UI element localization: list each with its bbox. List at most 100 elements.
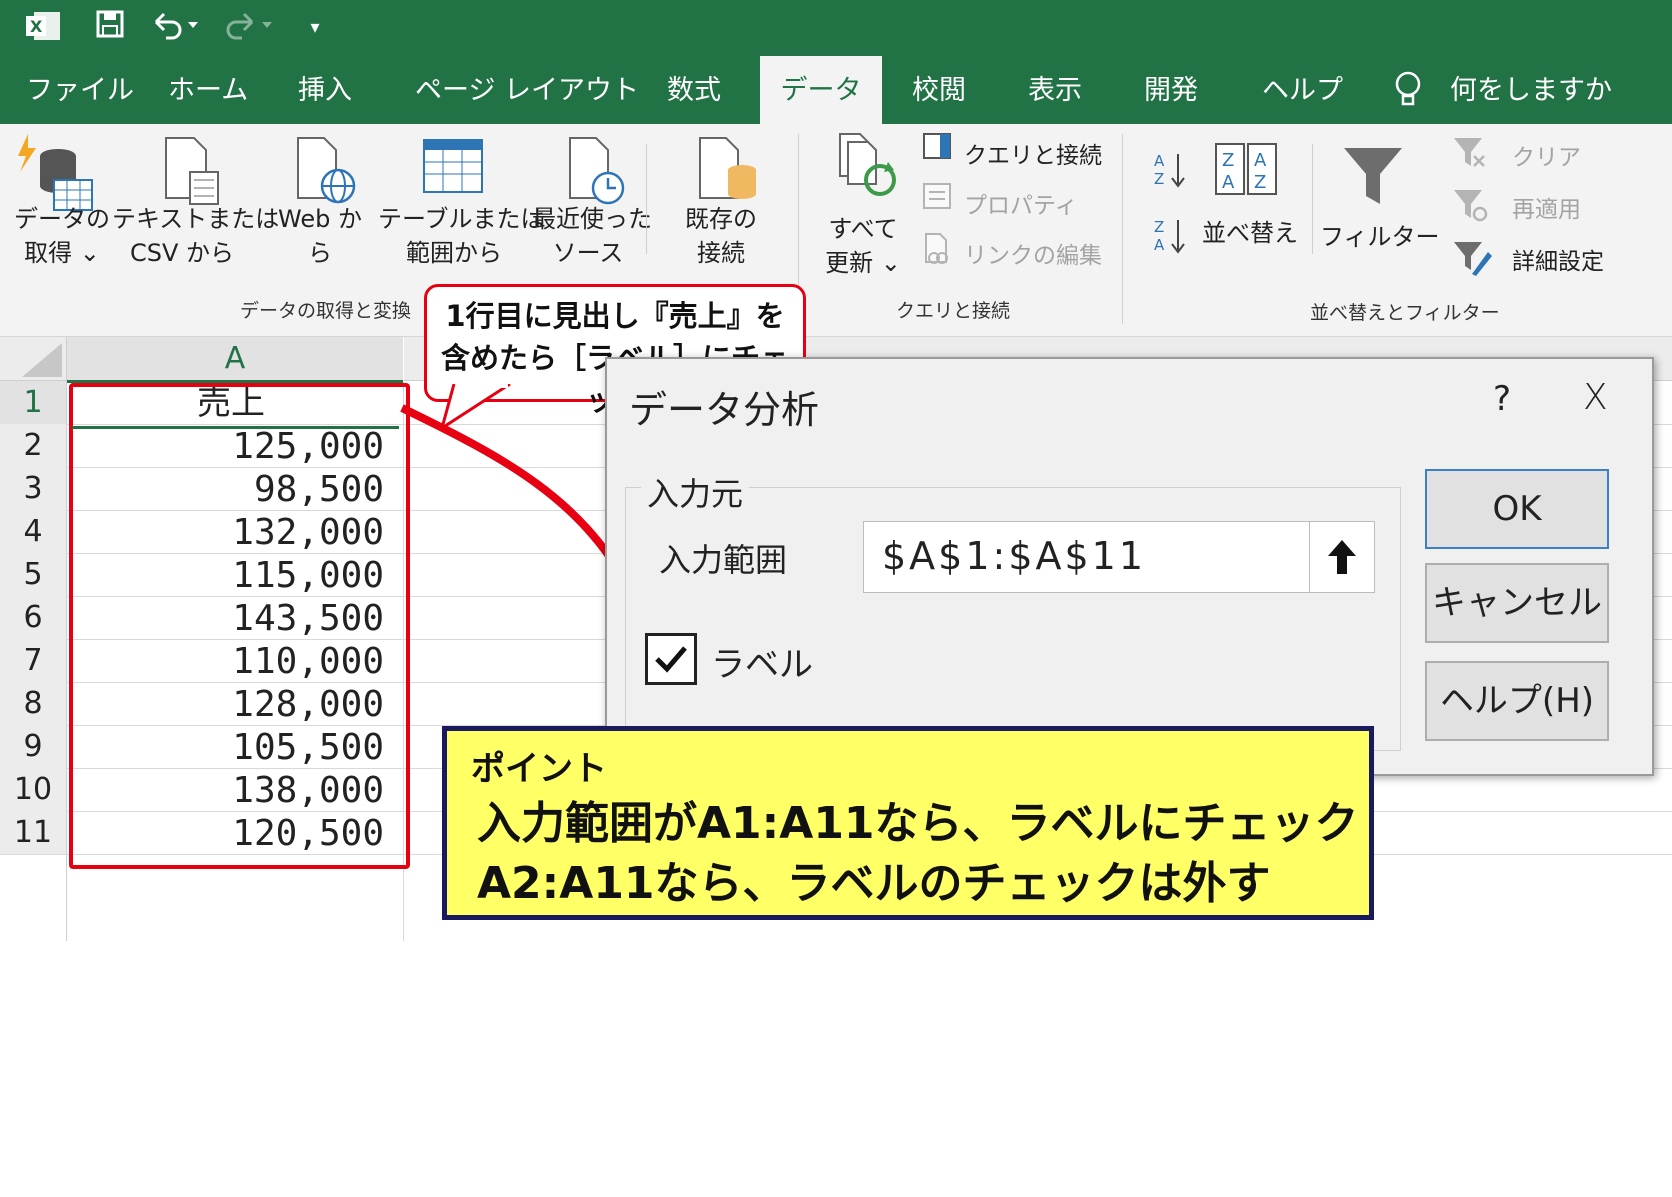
select-all-corner[interactable] [0,337,67,381]
tab-home[interactable]: ホーム [168,56,248,124]
existing-connections-button[interactable]: 既存の 接続 [670,202,772,270]
row-header-border [66,381,67,941]
row-header[interactable]: 10 [0,768,66,812]
input-group-label: 入力元 [641,469,750,515]
tab-insert[interactable]: 挿入 [298,56,352,124]
point-note-line1: 入力範囲がA1:A11なら、ラベルにチェック [477,798,1359,849]
tab-help[interactable]: ヘルプ [1262,56,1343,124]
svg-text:A: A [1154,236,1165,254]
refresh-all-button[interactable]: すべて 更新 ⌄ [818,212,908,280]
ribbon-data: データの 取得 ⌄ テキストまたは CSV から Web か ら テーブルまたは… [0,124,1672,337]
dialog-help-text-button[interactable]: ヘルプ(H) [1425,661,1609,741]
dialog-title: データ分析 [629,388,820,432]
sort-button[interactable]: 並べ替え [1200,216,1300,250]
row-header[interactable]: 1 [0,381,66,425]
tab-data[interactable]: データ [760,56,882,124]
callout-tail [440,384,511,432]
lightbulb-icon [1394,56,1424,124]
dialog-close-button[interactable]: X [1583,377,1608,418]
ribbon-separator [1122,134,1123,324]
advanced-filter-icon [1452,240,1492,282]
arrow-up-icon [1328,540,1356,574]
collapse-range-button[interactable] [1309,521,1375,593]
text-csv-icon [160,136,224,212]
customize-quick-access-icon[interactable]: ▾ [300,10,330,46]
svg-text:A: A [1254,150,1267,171]
edit-links-button[interactable]: リンクの編集 [964,236,1102,270]
input-range-field[interactable]: $A$1:$A$11 [863,521,1315,593]
row-header[interactable]: 11 [0,811,66,855]
table-range-label-1: テーブルまたは [378,205,545,233]
refresh-all-icon [836,132,902,206]
row-header[interactable]: 6 [0,596,66,640]
ribbon-tab-bar: ファイル ホーム 挿入 ページ レイアウト 数式 データ 校閲 表示 開発 ヘル… [0,56,1672,124]
point-note-box: ポイント 入力範囲がA1:A11なら、ラベルにチェック A2:A11なら、ラベル… [442,726,1374,920]
reapply-button[interactable]: 再適用 [1512,190,1581,224]
clear-filter-icon [1452,136,1488,174]
point-note-title: ポイント [471,749,607,789]
filter-button[interactable]: フィルター [1320,220,1440,254]
tab-review[interactable]: 校閲 [912,56,966,124]
row-header[interactable]: 3 [0,467,66,511]
dialog-help-button[interactable]: ? [1493,379,1511,419]
svg-text:Z: Z [1154,218,1164,236]
existing-label-1: 既存の [685,205,757,233]
queries-connections-button[interactable]: クエリと接続 [964,136,1102,170]
properties-icon [922,182,954,216]
sort-a-to-z-icon[interactable]: AZ [1152,150,1188,194]
recent-sources-button[interactable]: 最近使った ソース [532,202,652,270]
tab-developer[interactable]: 開発 [1144,56,1198,124]
point-note-line2: A2:A11なら、ラベルのチェックは外す [477,858,1271,909]
cancel-button[interactable]: キャンセル [1425,563,1609,643]
save-icon[interactable] [92,10,128,46]
table-range-icon [422,138,484,202]
existing-connections-icon [696,136,760,212]
edit-links-icon [922,232,954,270]
from-web-button[interactable]: Web か ら [270,202,370,270]
svg-text:Z: Z [1154,170,1164,188]
recent-sources-icon [566,136,630,212]
tab-file[interactable]: ファイル [26,56,134,124]
group-label-get-transform: データの取得と変換 [240,300,412,322]
undo-icon[interactable] [148,10,202,46]
svg-text:A: A [1222,172,1235,193]
svg-text:Z: Z [1254,172,1266,193]
existing-label-2: 接続 [697,239,745,267]
row-header[interactable]: 4 [0,510,66,554]
text-csv-button[interactable]: テキストまたは CSV から [112,202,280,270]
get-data-button[interactable]: データの 取得 ⌄ [10,202,114,270]
advanced-button[interactable]: 詳細設定 [1512,242,1604,276]
row-header[interactable]: 8 [0,682,66,726]
clear-button[interactable]: クリア [1512,138,1581,172]
svg-text:X: X [30,17,43,36]
text-csv-label-2: CSV から [129,239,235,267]
text-csv-label-1: テキストまたは [112,205,280,233]
row-header[interactable]: 7 [0,639,66,683]
tab-formulas[interactable]: 数式 [667,56,721,124]
queries-connections-icon [922,132,954,166]
column-header-a[interactable]: A [67,337,403,383]
tab-page-layout[interactable]: ページ レイアウト [415,56,639,124]
active-cell-a1[interactable] [72,386,399,429]
excel-logo-icon: X [24,10,64,46]
tell-me-search[interactable]: 何をしますか [1450,56,1612,124]
properties-button[interactable]: プロパティ [964,186,1078,220]
recent-label-2: ソース [552,239,624,267]
from-table-range-button[interactable]: テーブルまたは 範囲から [378,202,545,270]
ok-button[interactable]: OK [1425,469,1609,549]
filter-funnel-icon [1342,144,1404,212]
web-globe-icon [294,136,358,212]
redo-icon[interactable] [222,10,276,46]
svg-text:Z: Z [1222,150,1234,171]
label-checkbox[interactable] [645,633,697,685]
reapply-icon [1452,188,1488,226]
sort-icon: ZAAZ [1214,142,1280,202]
row-header[interactable]: 9 [0,725,66,769]
row-header[interactable]: 5 [0,553,66,597]
checkmark-icon [655,646,687,673]
group-label-sort-filter: 並べ替えとフィルター [1310,302,1500,324]
tab-view[interactable]: 表示 [1028,56,1082,124]
web-label-2: ら [308,239,332,267]
sort-z-to-a-icon[interactable]: ZA [1152,216,1188,260]
row-header[interactable]: 2 [0,424,66,468]
